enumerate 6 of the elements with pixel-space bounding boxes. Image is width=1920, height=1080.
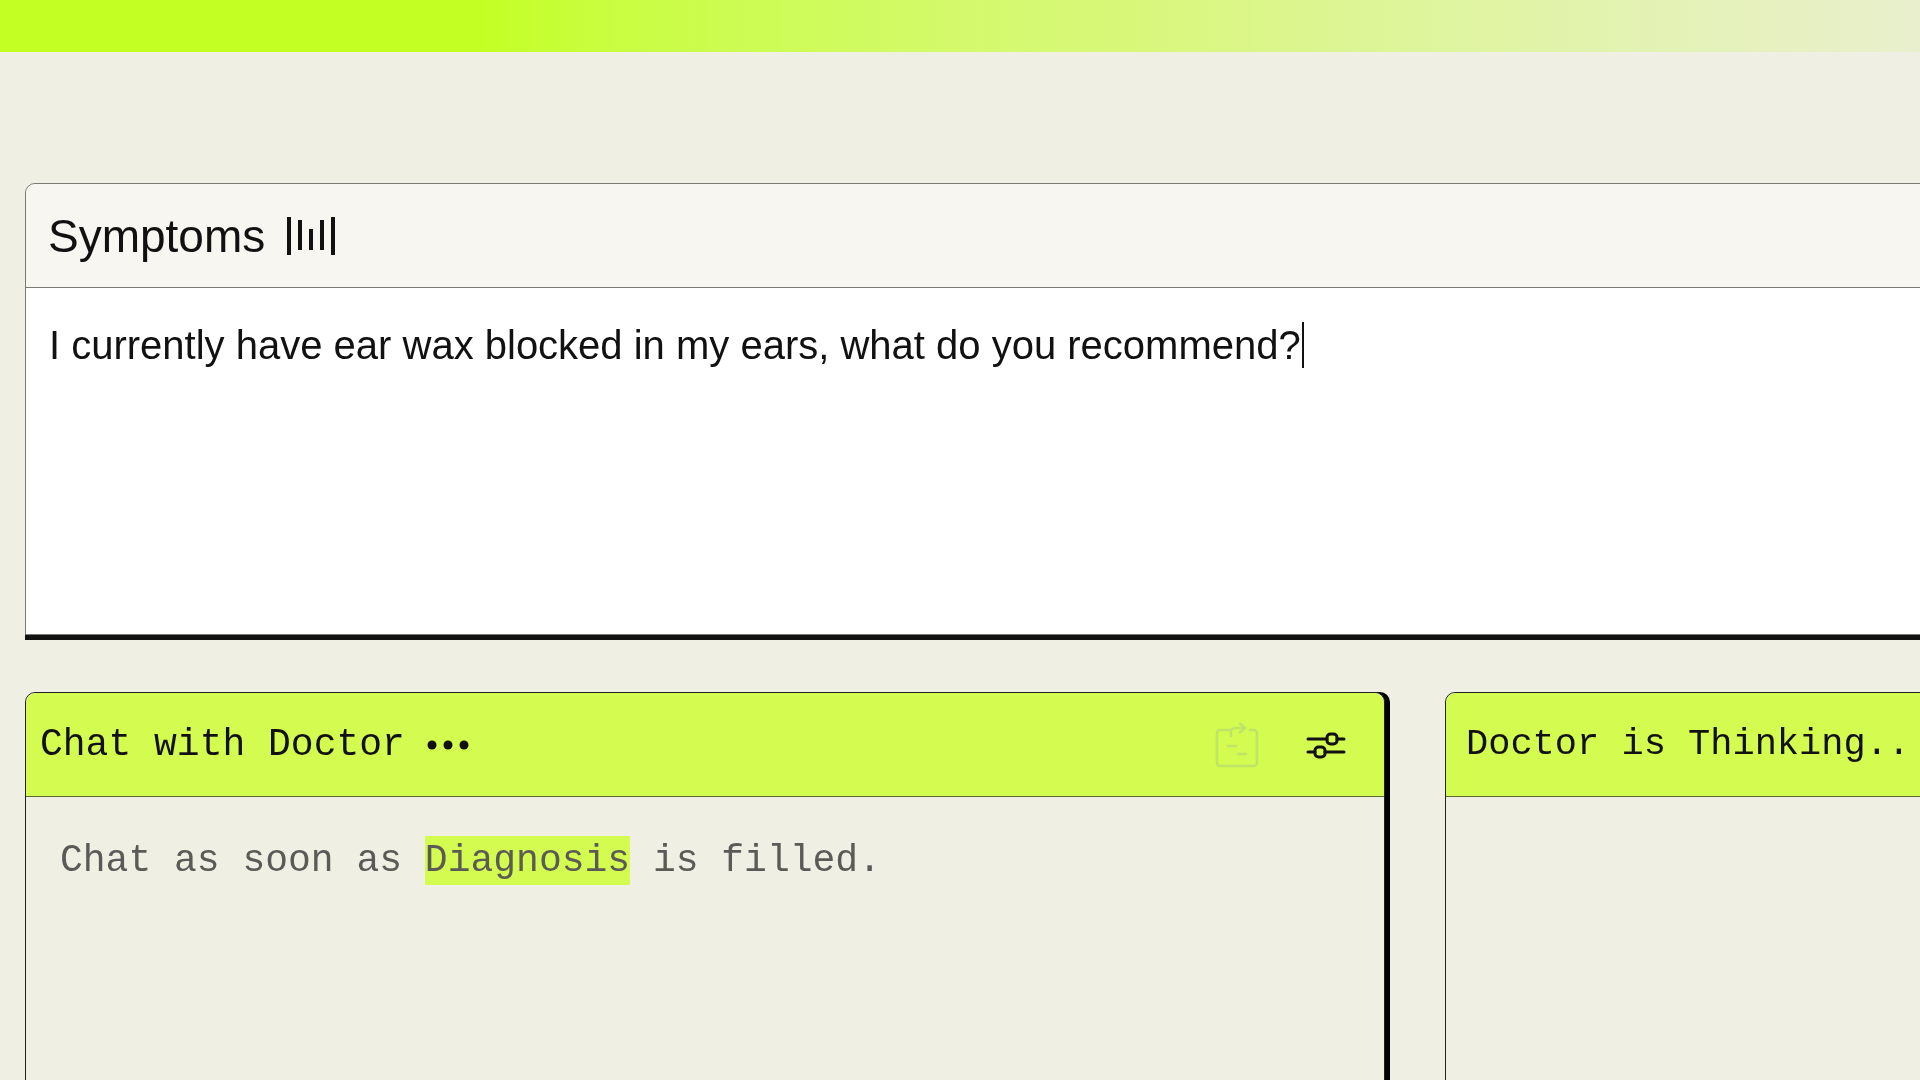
chat-panel-title: Chat with Doctor — [40, 725, 405, 764]
chat-notice-text: Chat as soon as Diagnosis is filled. — [60, 837, 881, 885]
audio-bars-icon — [287, 216, 336, 255]
thinking-panel-title: Doctor is Thinking.. — [1466, 726, 1911, 763]
dots-icon — [426, 739, 469, 750]
box-arrow-icon — [1214, 721, 1260, 768]
